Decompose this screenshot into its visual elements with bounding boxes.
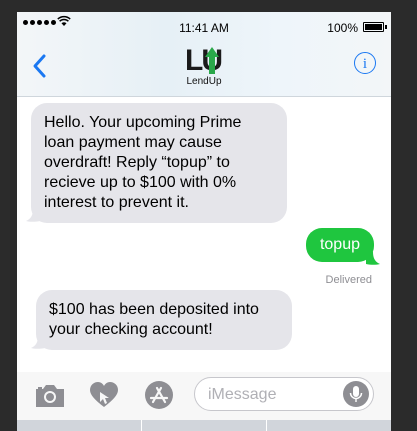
keyboard-top-edge — [17, 420, 391, 431]
battery-icon — [363, 22, 387, 32]
outgoing-message[interactable]: topup — [305, 228, 374, 262]
lendup-logo: LU — [185, 44, 223, 74]
bubble-tail — [26, 209, 40, 222]
logo-lettering: LU — [185, 44, 221, 74]
navigation-bar: 11:41 AM 100% LU LendUp i — [17, 12, 391, 97]
incoming-message[interactable]: Hello. Your upcoming Prime loan payment … — [31, 103, 287, 223]
message-thread: Hello. Your upcoming Prime loan payment … — [17, 97, 391, 367]
status-bar: 11:41 AM 100% — [17, 12, 391, 35]
phone-screen: 11:41 AM 100% LU LendUp i Hello. Your up… — [17, 12, 391, 431]
bubble-tail — [366, 252, 380, 265]
camera-icon[interactable] — [33, 380, 67, 410]
message-composer: iMessage — [17, 372, 391, 422]
input-placeholder: iMessage — [208, 386, 277, 403]
microphone-icon[interactable] — [343, 381, 369, 407]
delivery-status: Delivered — [325, 274, 372, 286]
contact-name[interactable]: LendUp — [17, 76, 391, 87]
battery-percentage: 100% — [327, 21, 358, 35]
imessage-input[interactable]: iMessage — [194, 377, 374, 411]
digital-touch-heart-icon[interactable] — [87, 380, 121, 410]
app-store-icon[interactable] — [142, 380, 176, 410]
incoming-message[interactable]: $100 has been deposited into your checki… — [36, 290, 292, 350]
info-icon[interactable]: i — [354, 52, 376, 74]
bubble-tail — [31, 336, 45, 349]
